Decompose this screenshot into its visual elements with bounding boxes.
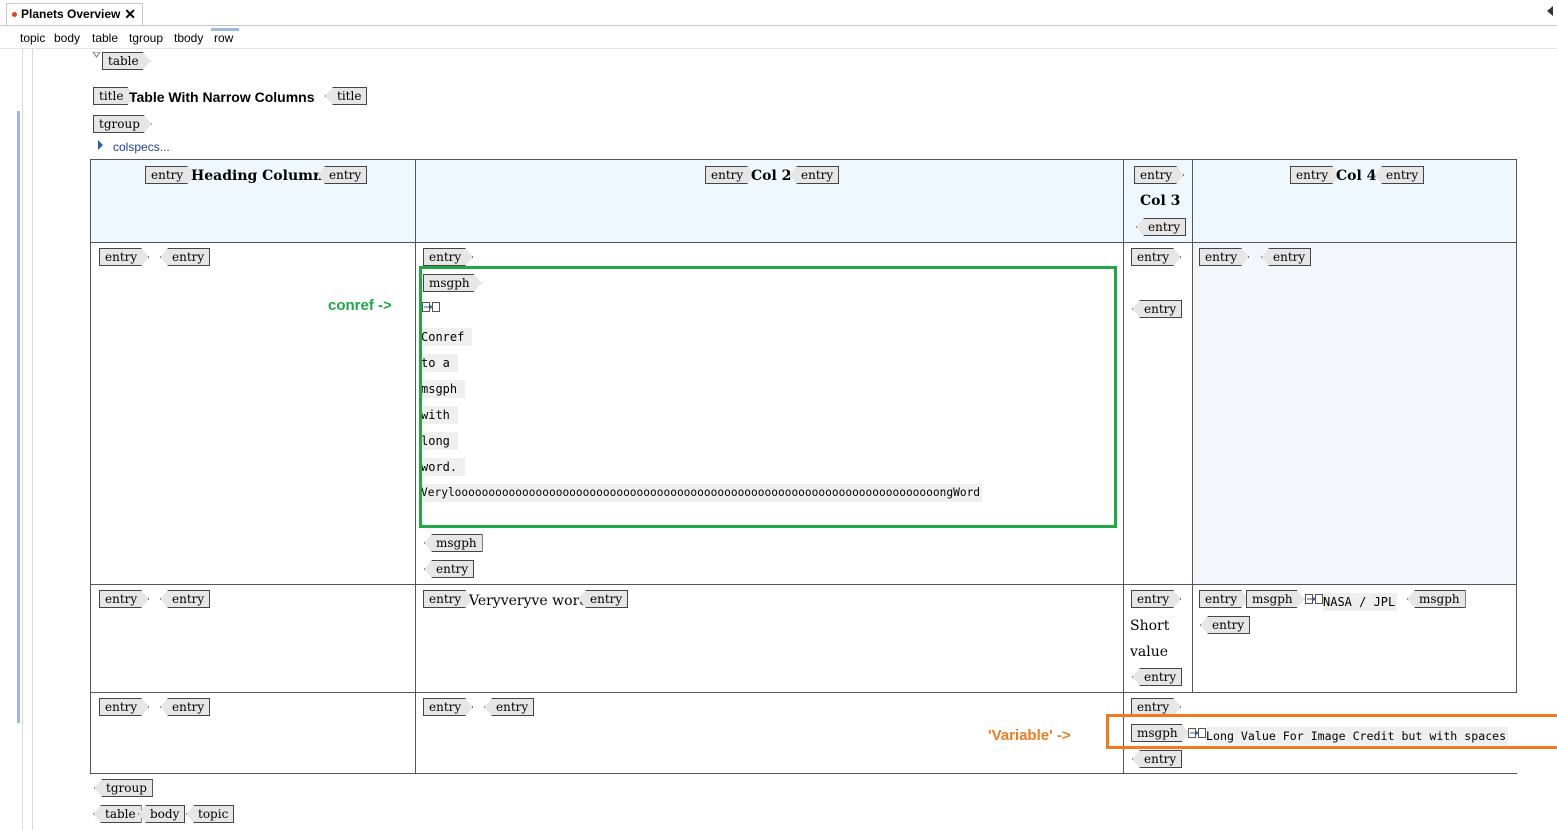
entry-open-tag[interactable]: entry <box>423 248 473 266</box>
table-open-tag[interactable]: table <box>102 52 151 70</box>
entry-close-tag[interactable]: entry <box>578 590 629 608</box>
entry-open-tag[interactable]: entry <box>99 248 149 266</box>
grid-line <box>1192 159 1193 693</box>
row2-col2-text: Veryveryve word <box>469 593 589 609</box>
breadcrumb-body[interactable]: body <box>54 31 80 45</box>
tgroup-close-tag[interactable]: tgroup <box>94 779 153 797</box>
grid-line <box>90 584 1517 585</box>
row2-col3-text: value <box>1130 644 1169 660</box>
tab-title: Planets Overview <box>21 7 121 21</box>
breadcrumb-tbody[interactable]: tbody <box>174 31 203 45</box>
title-close-tag[interactable]: title <box>325 87 368 105</box>
entry-open-tag[interactable]: entry <box>423 698 473 716</box>
row2-col4-text: NASA / JPL <box>1323 593 1398 611</box>
variable-highlight-box <box>1106 714 1557 749</box>
entry-open-tag[interactable]: entry <box>705 166 755 184</box>
grid-line <box>1516 159 1517 693</box>
modified-dot-icon <box>12 12 17 17</box>
entry-open-tag[interactable]: entry <box>423 590 473 608</box>
breadcrumb-table[interactable]: table <box>92 31 118 45</box>
entry-close-tag[interactable]: entry <box>160 248 211 266</box>
heading-col4: Col 4 <box>1336 168 1377 184</box>
entry-close-tag[interactable]: entry <box>1136 218 1187 236</box>
grid-line <box>1123 159 1124 774</box>
entry-close-tag[interactable]: entry <box>484 698 535 716</box>
fold-triangle-icon[interactable] <box>93 52 101 58</box>
tgroup-open-tag[interactable]: tgroup <box>93 115 152 133</box>
breadcrumb-topic[interactable]: topic <box>20 31 45 45</box>
heading-col2: Col 2 <box>751 168 792 184</box>
entry-close-tag[interactable]: entry <box>424 560 475 578</box>
entry-open-tag[interactable]: entry <box>99 590 149 608</box>
collapse-panel-icon[interactable] <box>1547 6 1553 16</box>
table-title: Table With Narrow Columns <box>129 89 315 105</box>
entry-open-tag[interactable]: entry <box>1134 166 1184 184</box>
heading-col1: Heading Column 1 <box>191 168 338 184</box>
msgph-close-tag[interactable]: msgph <box>424 534 483 552</box>
msgph-close-tag[interactable]: msgph <box>1407 590 1466 608</box>
colspecs-link[interactable]: colspecs... <box>113 140 170 154</box>
variable-annotation: 'Variable' -> <box>988 727 1071 744</box>
expand-triangle-icon[interactable] <box>98 140 104 150</box>
breadcrumb-row[interactable]: row <box>214 31 233 45</box>
entry-close-tag[interactable]: entry <box>1261 248 1312 266</box>
msgph-open-tag[interactable]: msgph <box>1246 590 1305 608</box>
grid-line <box>415 159 416 774</box>
entry-close-tag[interactable]: entry <box>1132 668 1183 686</box>
conref-annotation: conref -> <box>328 297 392 314</box>
conref-highlight-box <box>419 266 1117 528</box>
grid-line <box>90 692 1517 693</box>
entry-open-tag[interactable]: entry <box>99 698 149 716</box>
entry-close-tag[interactable]: entry <box>1132 750 1183 768</box>
entry-close-tag[interactable]: entry <box>317 166 368 184</box>
body-close-tag[interactable]: body <box>138 805 186 823</box>
entry-open-tag[interactable]: entry <box>145 166 195 184</box>
row2-col3-text: Short <box>1130 618 1170 634</box>
entry-open-tag[interactable]: entry <box>1131 248 1181 266</box>
breadcrumb: topic body table tgroup tbody row <box>0 28 1557 49</box>
table-close-tag[interactable]: table <box>93 805 142 823</box>
breadcrumb-tgroup[interactable]: tgroup <box>129 31 163 45</box>
gutter-line <box>32 49 33 830</box>
entry-close-tag[interactable]: entry <box>1374 166 1425 184</box>
heading-col3: Col 3 <box>1140 193 1181 209</box>
close-icon[interactable]: ✕ <box>124 4 136 25</box>
grid-line <box>90 773 1517 774</box>
grid-line <box>90 159 1517 160</box>
entry-close-tag[interactable]: entry <box>789 166 840 184</box>
grid-line <box>90 242 1517 243</box>
entry-open-tag[interactable]: entry <box>1199 248 1249 266</box>
grid-line <box>90 159 91 774</box>
col4-row1-bg <box>1193 243 1516 584</box>
entry-close-tag[interactable]: entry <box>1200 616 1251 634</box>
topic-close-tag[interactable]: topic <box>186 805 235 823</box>
entry-close-tag[interactable]: entry <box>160 590 211 608</box>
entry-close-tag[interactable]: entry <box>160 698 211 716</box>
keyref-icon[interactable] <box>1305 593 1323 605</box>
tab-planets-overview[interactable]: Planets Overview ✕ <box>6 3 143 25</box>
selection-gutter-bar[interactable] <box>17 111 20 723</box>
entry-open-tag[interactable]: entry <box>1290 166 1340 184</box>
entry-open-tag[interactable]: entry <box>1199 590 1249 608</box>
tab-divider <box>0 25 1557 26</box>
breadcrumb-active-indicator <box>211 28 239 31</box>
gutter-line <box>22 49 23 830</box>
entry-close-tag[interactable]: entry <box>1132 300 1183 318</box>
tab-bar <box>0 0 1557 26</box>
entry-open-tag[interactable]: entry <box>1131 590 1181 608</box>
